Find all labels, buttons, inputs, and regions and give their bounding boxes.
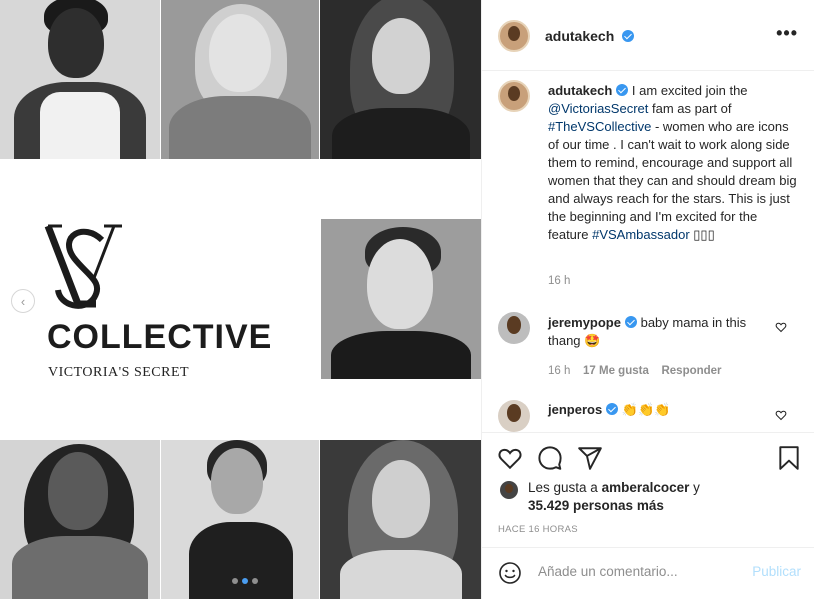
liked-by-user[interactable]: amberalcocer	[602, 480, 690, 495]
comment-input[interactable]	[538, 564, 738, 579]
carousel-dot	[232, 578, 238, 584]
portrait-photo	[161, 0, 319, 159]
comment-author[interactable]: jeremypope	[548, 315, 621, 330]
verified-icon	[622, 30, 634, 42]
comment-meta: 16 h 17 Me gusta Responder	[548, 362, 722, 377]
vs-monogram-icon	[44, 224, 122, 309]
hashtag-link[interactable]: #VSAmbassador	[592, 227, 690, 242]
post-media-carousel[interactable]: COLLECTIVE VICTORIA'S SECRET ‹	[0, 0, 481, 599]
comment-timestamp: 16 h	[548, 365, 571, 377]
publish-button[interactable]: Publicar	[752, 564, 801, 579]
verified-icon	[616, 84, 629, 96]
carousel-prev-button[interactable]: ‹	[11, 289, 35, 313]
avatar[interactable]	[500, 481, 518, 499]
mention-link[interactable]: @VictoriasSecret	[548, 101, 648, 116]
chevron-left-icon: ‹	[20, 293, 26, 309]
portrait-photo	[321, 219, 481, 379]
comments-list[interactable]: adutakech I am excited join the @Victori…	[482, 72, 814, 432]
portrait-photo	[161, 440, 319, 599]
avatar[interactable]	[498, 80, 530, 112]
bookmark-icon[interactable]	[776, 445, 802, 471]
comment-composer: Publicar	[482, 547, 814, 599]
carousel-indicator	[232, 578, 258, 584]
hashtag-link[interactable]: #TheVSCollective	[548, 119, 651, 134]
likes-by-line: Les gusta a amberalcocer y	[528, 480, 700, 495]
post-side-panel: adutakech ••• adutakech I am excited joi…	[481, 0, 814, 599]
portrait-photo	[0, 0, 160, 159]
carousel-dot	[252, 578, 258, 584]
caption-timestamp: 16 h	[548, 275, 571, 287]
portrait-photo	[320, 440, 481, 599]
portrait-photo	[320, 0, 481, 159]
comment-likes[interactable]: 17 Me gusta	[583, 365, 649, 377]
share-icon[interactable]	[577, 445, 603, 471]
post-date: HACE 16 HORAS	[498, 524, 578, 535]
portrait-photo	[0, 440, 160, 599]
reply-button[interactable]: Responder	[661, 365, 721, 377]
comment-item: jenperos 👏👏👏	[548, 401, 768, 419]
comment-item: jeremypope baby mama in this thang 🤩	[548, 314, 768, 350]
post-author-username[interactable]: adutakech	[545, 28, 614, 44]
heart-icon[interactable]	[497, 445, 523, 471]
comment-icon[interactable]	[537, 445, 563, 471]
more-icon[interactable]: •••	[776, 24, 798, 42]
post-caption: adutakech I am excited join the @Victori…	[548, 83, 797, 242]
avatar[interactable]	[498, 20, 530, 52]
comment-like-icon[interactable]	[775, 409, 787, 421]
comment-like-icon[interactable]	[775, 321, 787, 333]
emoji-icon[interactable]	[498, 561, 522, 585]
comment-text: 👏👏👏	[618, 402, 671, 417]
likes-count[interactable]: 35.429 personas más	[528, 498, 664, 513]
avatar[interactable]	[498, 312, 530, 344]
comment-author[interactable]: jenperos	[548, 402, 602, 417]
post-header: adutakech •••	[482, 0, 814, 71]
vs-collective-logo: COLLECTIVE VICTORIA'S SECRET	[0, 160, 320, 440]
victorias-secret-wordmark: VICTORIA'S SECRET	[48, 365, 190, 380]
carousel-dot-active	[242, 578, 248, 584]
collective-title: COLLECTIVE	[47, 318, 273, 356]
avatar[interactable]	[498, 400, 530, 432]
caption-author[interactable]: adutakech	[548, 83, 612, 98]
verified-icon	[606, 403, 619, 415]
verified-icon	[624, 316, 637, 328]
